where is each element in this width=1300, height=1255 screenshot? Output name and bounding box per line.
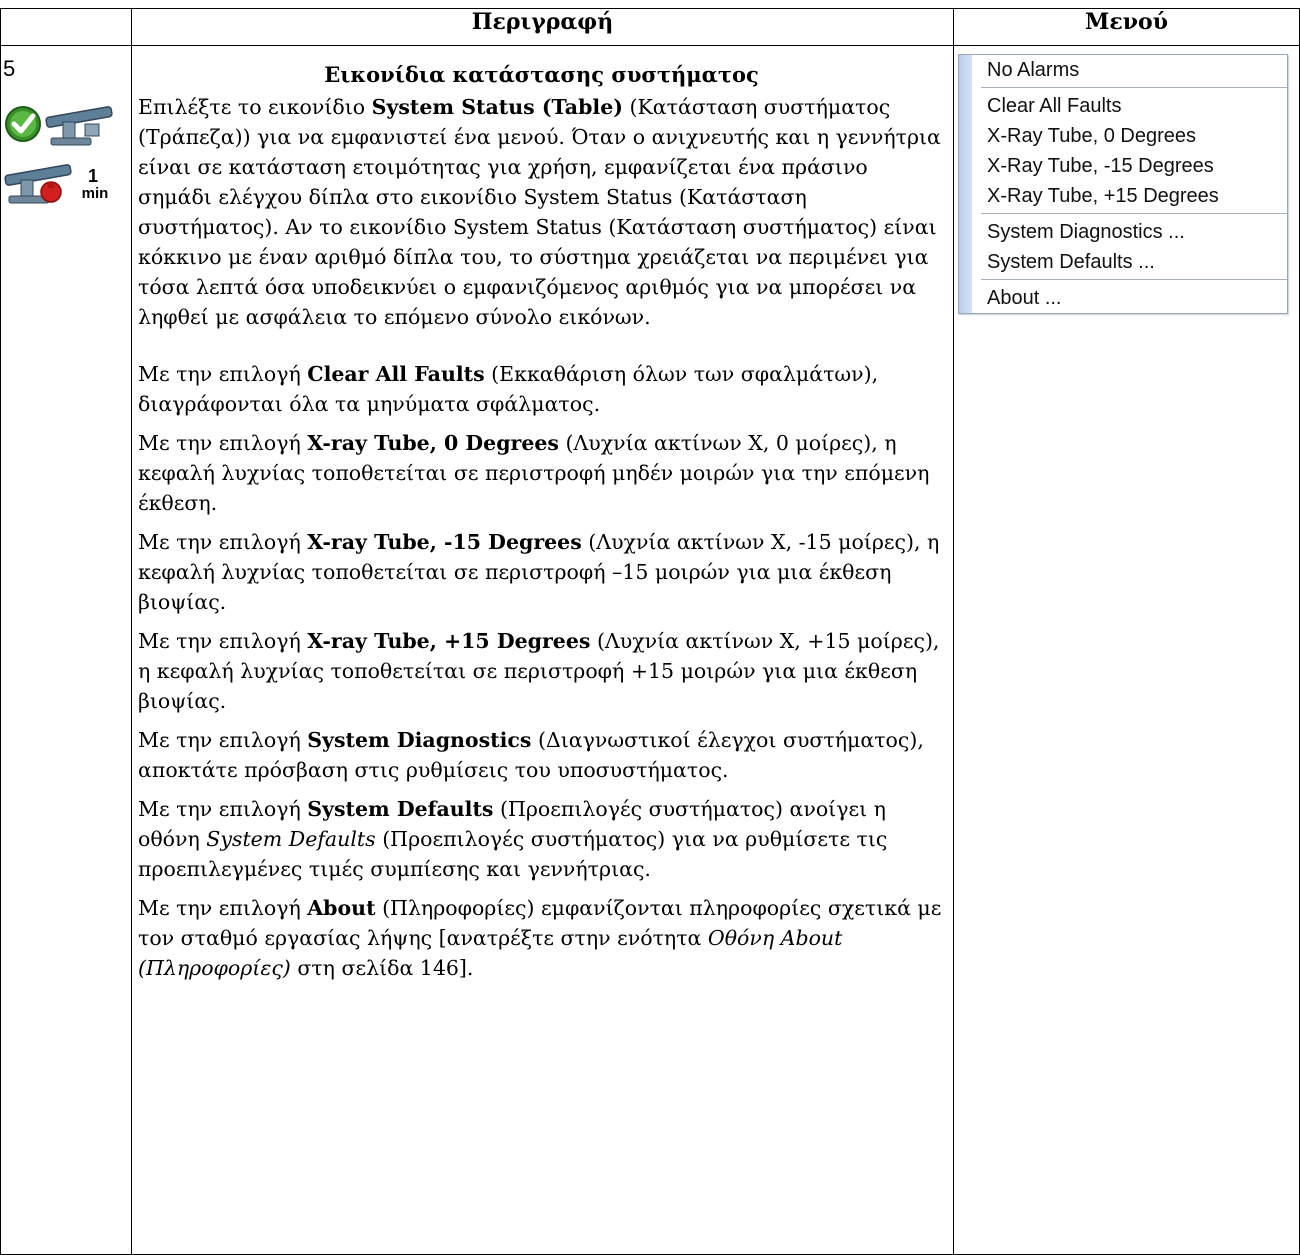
menu-cell: No Alarms Clear All Faults X-Ray Tube, 0… bbox=[953, 45, 1300, 1255]
paragraph-system-defaults: Με την επιλογή System Defaults (Προεπιλο… bbox=[138, 797, 888, 881]
paragraph-xray-minus15: Με την επιλογή X-ray Tube, -15 Degrees (… bbox=[138, 530, 940, 614]
paragraph-system-status: Επιλέξτε το εικονίδιο System Status (Tab… bbox=[138, 95, 941, 329]
status-icons: 1 min bbox=[1, 82, 131, 232]
menu-item-system-defaults[interactable]: System Defaults ... bbox=[959, 247, 1287, 277]
header-description: Περιγραφή bbox=[131, 8, 954, 46]
menu-item-xray-plus15[interactable]: X-Ray Tube, +15 Degrees bbox=[959, 181, 1287, 211]
header-menu: Μενού bbox=[953, 8, 1300, 46]
step-number: 5 bbox=[3, 56, 16, 81]
system-status-menu: No Alarms Clear All Faults X-Ray Tube, 0… bbox=[958, 54, 1288, 314]
table-header-row: Περιγραφή Μενού bbox=[0, 8, 1300, 46]
wait-minutes-number: 1 bbox=[88, 166, 98, 186]
table-row: 5 1 min Εικονίδια κατάστασης συστήματος … bbox=[0, 45, 1300, 1255]
document-page: Περιγραφή Μενού 5 1 min Εικονίδια κατάστ… bbox=[0, 8, 1300, 1255]
paragraph-system-diagnostics: Με την επιλογή System Diagnostics (Διαγν… bbox=[138, 728, 924, 782]
menu-separator bbox=[981, 279, 1287, 281]
description-cell: Εικονίδια κατάστασης συστήματος Επιλέξτε… bbox=[131, 45, 954, 1255]
paragraph-clear-all-faults: Με την επιλογή Clear All Faults (Εκκαθάρ… bbox=[138, 362, 879, 416]
wait-minutes-unit: min bbox=[82, 185, 109, 202]
header-step bbox=[0, 8, 132, 46]
menu-item-about[interactable]: About ... bbox=[959, 283, 1287, 313]
system-status-ready-icon[interactable] bbox=[1, 98, 121, 148]
menu-item-xray-minus15[interactable]: X-Ray Tube, -15 Degrees bbox=[959, 151, 1287, 181]
menu-item-no-alarms[interactable]: No Alarms bbox=[959, 55, 1287, 85]
paragraph-xray-0: Με την επιλογή X-ray Tube, 0 Degrees (Λυ… bbox=[138, 431, 930, 515]
menu-separator bbox=[981, 213, 1287, 215]
menu-item-clear-all-faults[interactable]: Clear All Faults bbox=[959, 91, 1287, 121]
step-cell: 5 1 min bbox=[0, 45, 132, 1255]
paragraph-about: Με την επιλογή About (Πληροφορίες) εμφαν… bbox=[138, 896, 942, 980]
menu-separator bbox=[981, 87, 1287, 89]
instruction-table: Περιγραφή Μενού 5 1 min Εικονίδια κατάστ… bbox=[0, 8, 1300, 1255]
menu-item-system-diagnostics[interactable]: System Diagnostics ... bbox=[959, 217, 1287, 247]
section-title: Εικονίδια κατάστασης συστήματος bbox=[324, 62, 759, 87]
menu-item-xray-0[interactable]: X-Ray Tube, 0 Degrees bbox=[959, 121, 1287, 151]
system-status-wait-icon[interactable]: 1 min bbox=[1, 156, 129, 206]
paragraph-xray-plus15: Με την επιλογή X-ray Tube, +15 Degrees (… bbox=[138, 629, 940, 713]
